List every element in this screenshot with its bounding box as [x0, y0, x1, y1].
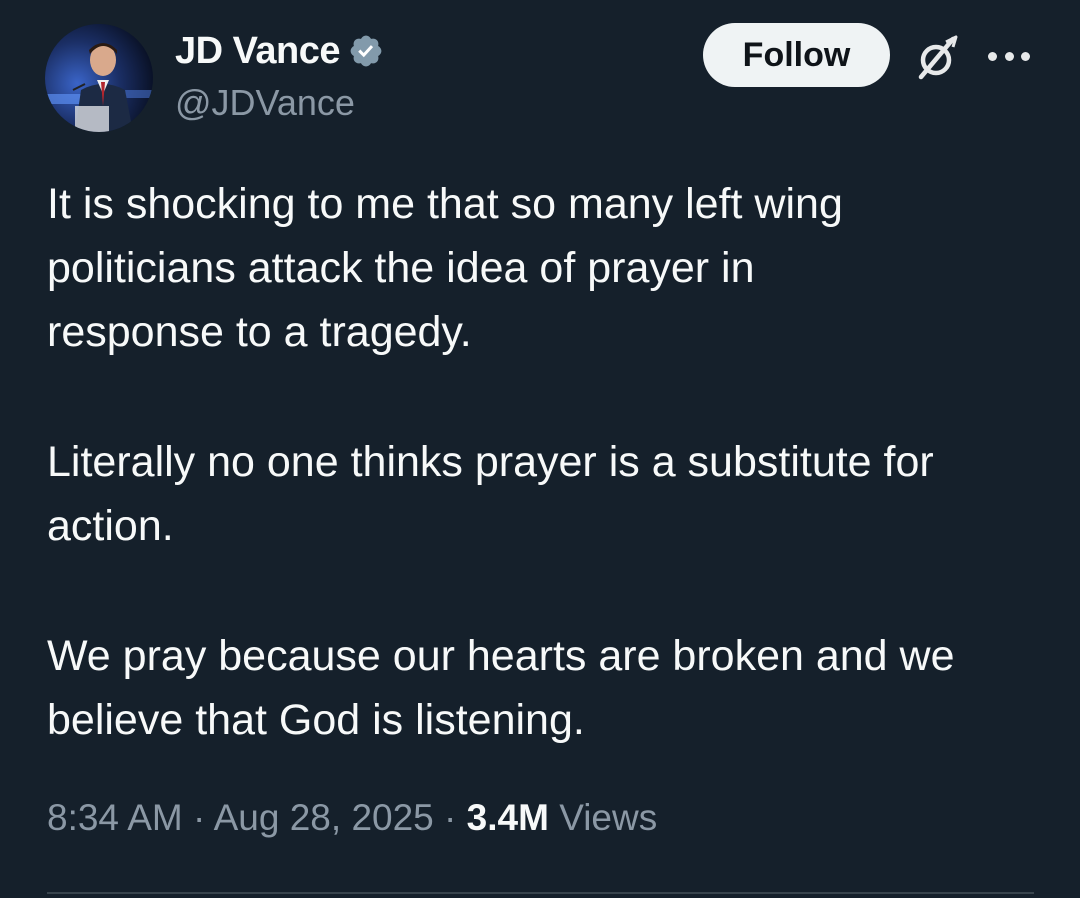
tweet-meta: 8:34 AM · Aug 28, 2025 · 3.4M Views — [47, 797, 657, 839]
author-display-name[interactable]: JD Vance — [175, 30, 341, 73]
views-label: Views — [559, 797, 658, 838]
tweet-paragraph: We pray because our hearts are broken an… — [47, 632, 955, 744]
tweet-paragraph: It is shocking to me that so many left w… — [47, 180, 843, 356]
views-count[interactable]: 3.4M — [467, 797, 549, 838]
verified-badge-icon[interactable] — [348, 33, 384, 69]
avatar-photo — [45, 24, 153, 132]
tweet-paragraph: Literally no one thinks prayer is a subs… — [47, 438, 934, 550]
follow-button[interactable]: Follow — [703, 23, 890, 87]
divider — [47, 892, 1034, 894]
more-dot — [1021, 51, 1030, 61]
tweet-time[interactable]: 8:34 AM — [47, 797, 183, 838]
more-dot — [1004, 51, 1014, 61]
more-dot — [988, 51, 997, 61]
avatar[interactable] — [45, 24, 153, 132]
tweet-text: It is shocking to me that so many left w… — [47, 172, 1037, 752]
more-options-icon[interactable] — [988, 48, 1030, 64]
tweet-card: JD Vance @JDVance Follow It is shocking … — [0, 0, 1080, 898]
author-handle[interactable]: @JDVance — [175, 82, 355, 124]
grok-icon[interactable] — [912, 33, 962, 83]
meta-separator: · — [182, 797, 214, 838]
tweet-date[interactable]: Aug 28, 2025 — [214, 797, 434, 838]
author-name-row: JD Vance — [175, 26, 384, 76]
meta-separator: · — [433, 797, 467, 838]
